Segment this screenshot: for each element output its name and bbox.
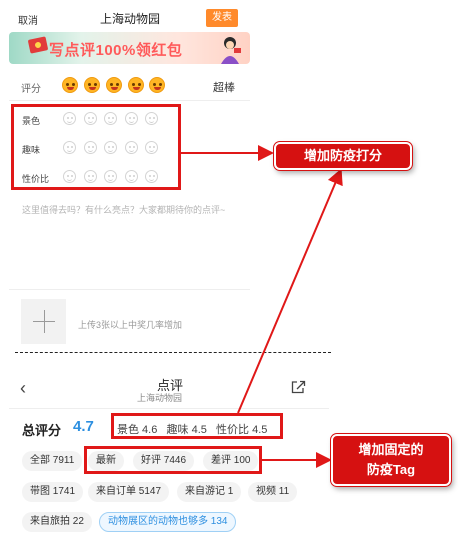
tag-animal-exhibit[interactable]: 动物展区的动物也够多 134 [99,512,237,532]
photo-hint: 上传3张以上中奖几率增加 [78,320,183,330]
callout-1-text: 增加防疫打分 [303,148,382,163]
rating-emoji-2-icon[interactable] [84,77,100,93]
page-title: 上海动物园 [100,12,161,26]
girl-illustration-icon [221,37,241,64]
callout-2-line1: 增加固定的 [358,442,424,457]
rating-emoji-1-icon[interactable] [62,77,78,93]
add-photo-button[interactable] [21,299,66,344]
total-score-label: 总评分 [22,423,62,438]
highlight-box-sub-ratings [11,104,181,190]
rating-word: 超棒 [213,82,235,94]
arrow-from-sub-scores [237,168,343,414]
tag-from-orders[interactable]: 来自订单 5147 [88,482,170,502]
tag-all[interactable]: 全部 7911 [22,451,83,471]
divider [9,100,250,101]
cancel-button[interactable]: 取消 [18,12,38,27]
reward-banner[interactable]: 写点评100%领红包 [9,32,250,64]
highlight-box-tags [84,446,262,474]
divider [9,408,329,409]
total-score-value: 4.7 [73,418,94,435]
callout-add-epidemic-rating: 增加防疫打分 [274,142,412,170]
review-subtitle: 上海动物园 [137,393,183,403]
tag-with-photos[interactable]: 带图 1741 [22,482,84,502]
rating-emoji-4-icon[interactable] [128,77,144,93]
share-icon[interactable] [291,380,306,394]
rating-emoji-3-icon[interactable] [106,77,122,93]
tag-videos[interactable]: 视频 11 [248,482,298,502]
callout-add-epidemic-tag: 增加固定的 防疫Tag [331,434,451,486]
highlight-box-sub-scores [111,413,283,439]
dashed-separator [15,352,331,353]
back-chevron-icon[interactable]: ‹ [20,378,26,399]
tag-from-travelogs[interactable]: 来自游记 1 [177,482,242,502]
tag-from-trip-photos[interactable]: 来自旅拍 22 [22,512,92,532]
callout-2-line2: 防疫Tag [366,462,416,477]
red-envelope-icon [27,36,49,54]
rating-emoji-5-icon[interactable] [149,77,165,93]
review-text-placeholder[interactable]: 这里值得去吗？有什么亮点？大家都期待你的点评~ [22,204,242,217]
banner-text: 写点评100%领红包 [49,42,183,59]
publish-button[interactable]: 发表 [206,9,238,27]
rating-label: 评分 [21,84,41,95]
divider [9,289,250,290]
